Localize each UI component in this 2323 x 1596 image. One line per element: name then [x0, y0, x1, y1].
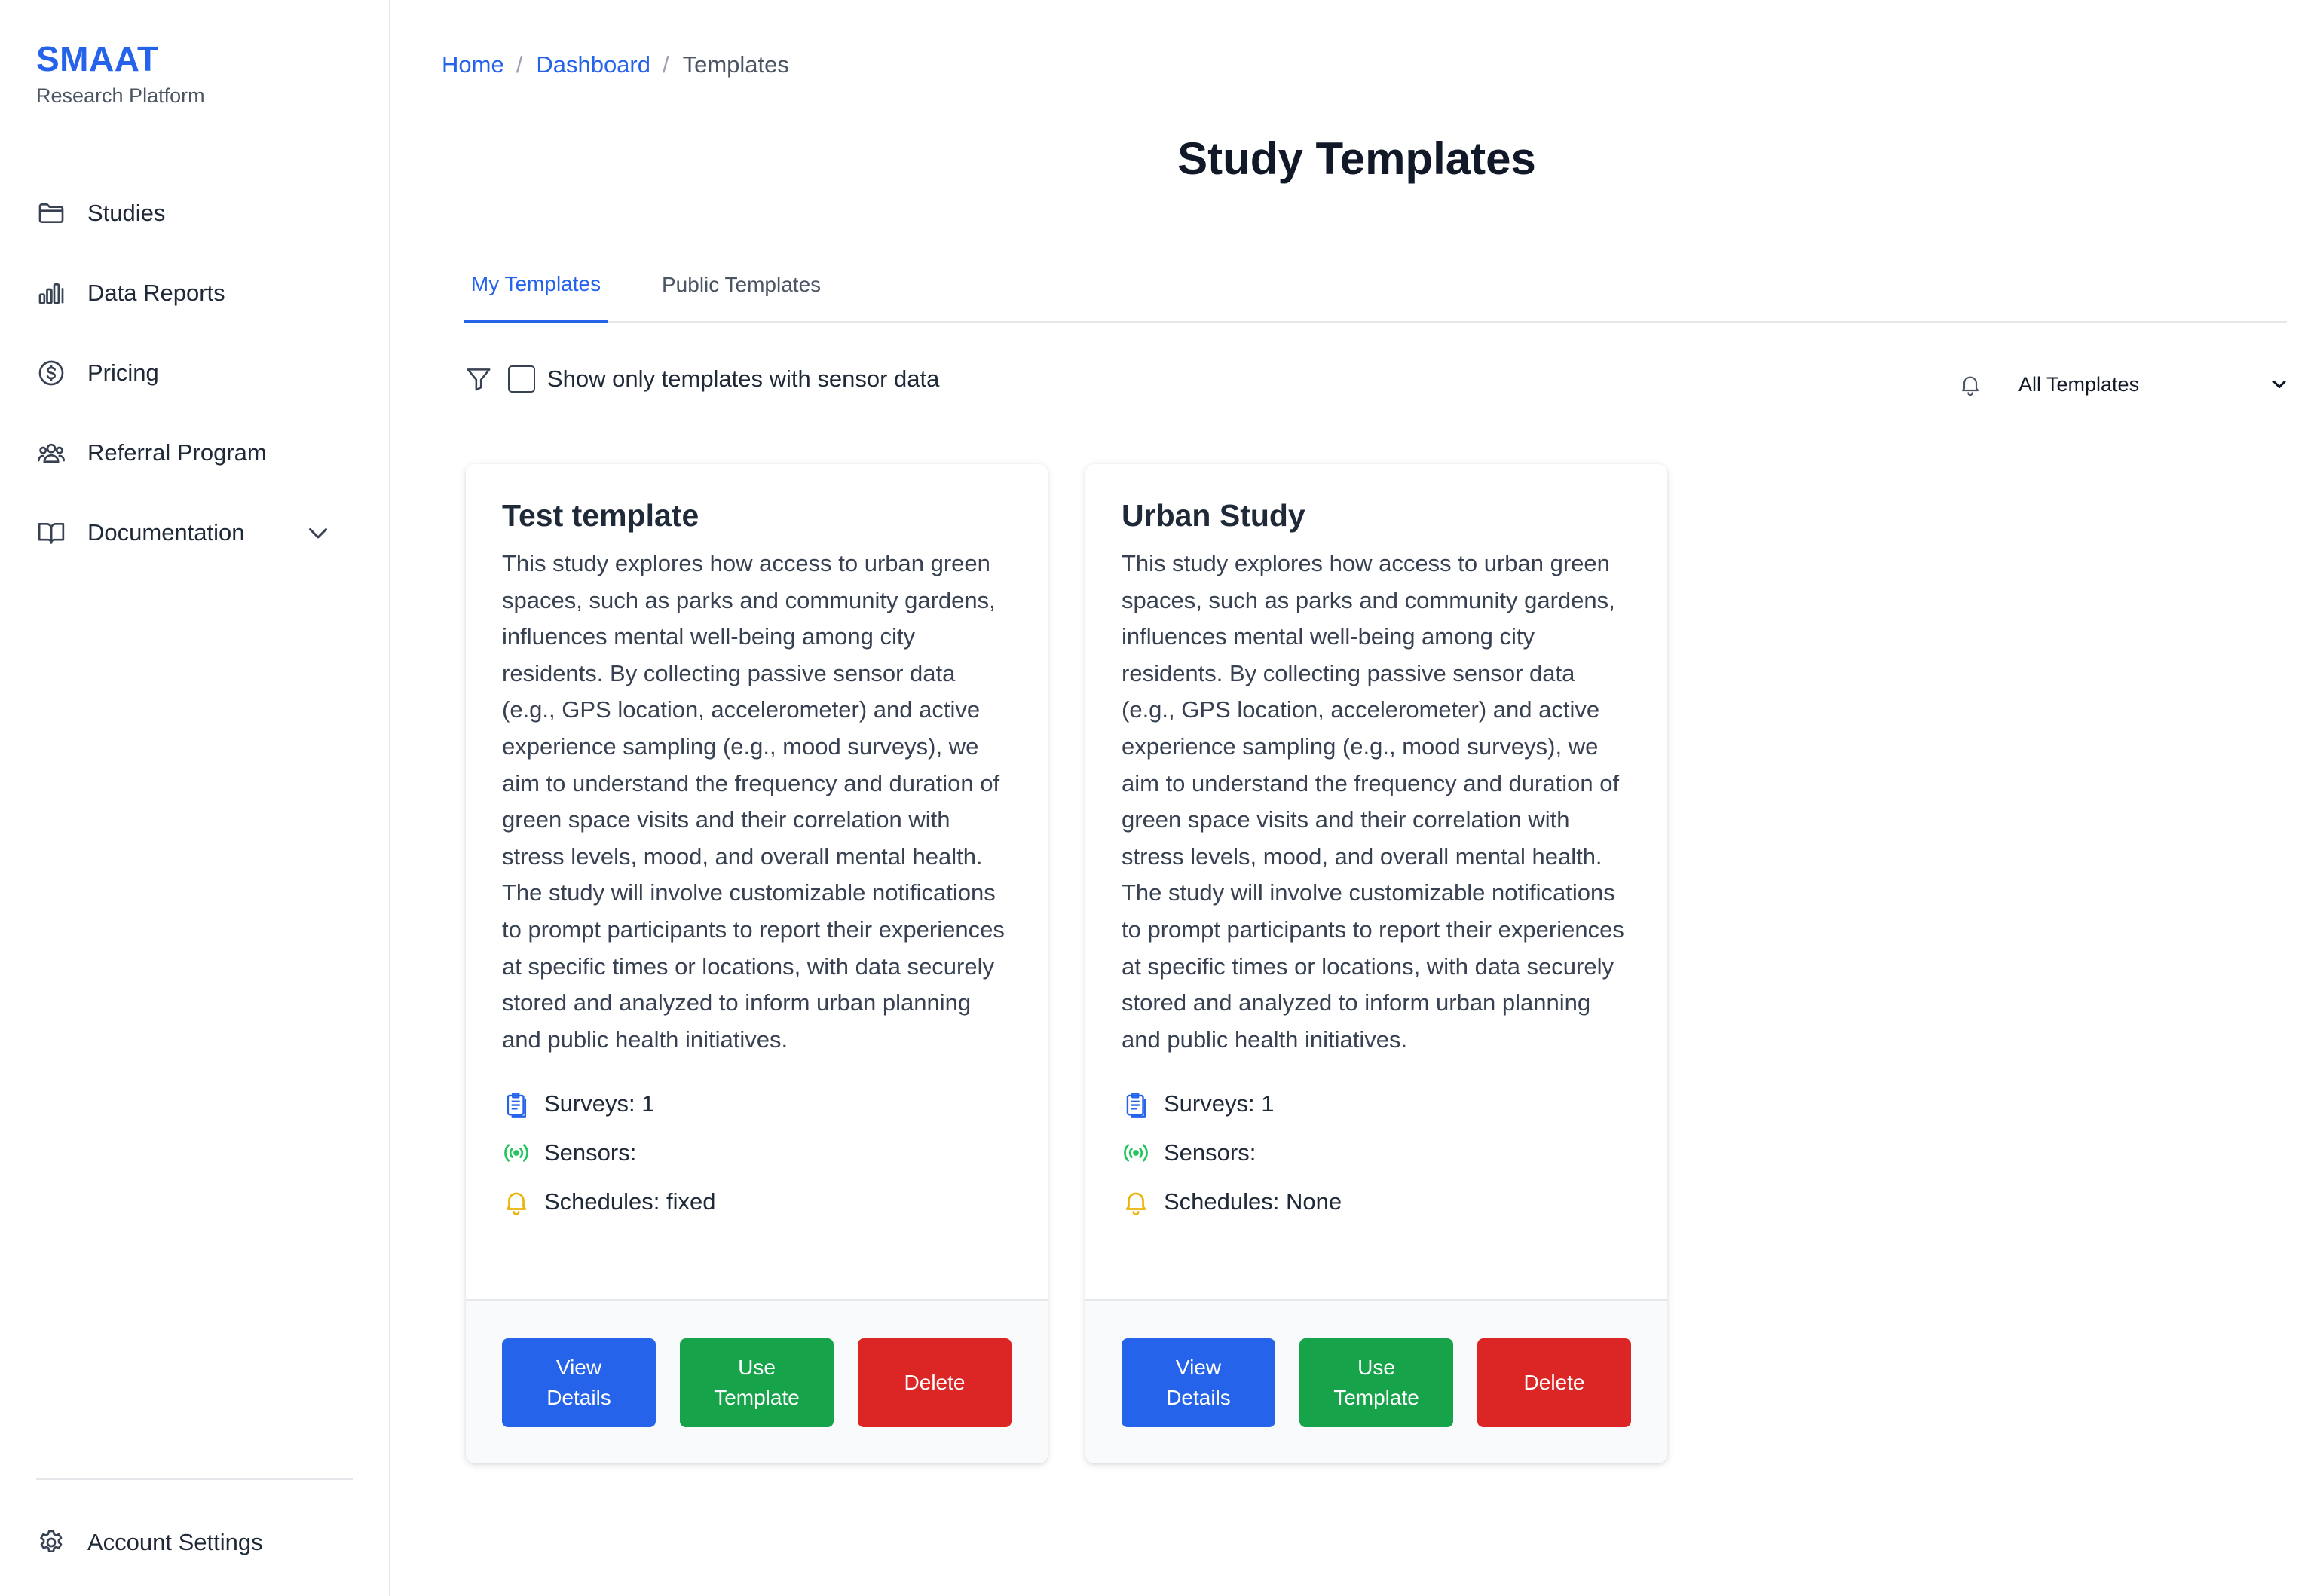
- surveys-count: Surveys: 1: [1164, 1090, 1275, 1117]
- card-body: Test template This study explores how ac…: [502, 494, 1015, 1226]
- brand-name[interactable]: SMAAT: [36, 38, 205, 80]
- surveys-row: Surveys: 1: [1122, 1079, 1634, 1128]
- card-title: Test template: [502, 498, 699, 533]
- signal-broadcast-icon: [504, 1144, 528, 1162]
- signal-broadcast-icon: [1124, 1144, 1148, 1162]
- clipboard-icon: [1126, 1093, 1146, 1118]
- view-details-button[interactable]: View Details: [502, 1338, 656, 1427]
- sidebar-item-label: Pricing: [87, 359, 159, 386]
- schedules-row: Schedules: None: [1122, 1177, 1634, 1226]
- select-value: All Templates: [2018, 372, 2140, 396]
- sidebar-item-pricing[interactable]: Pricing: [36, 333, 353, 413]
- account-settings-label: Account Settings: [87, 1529, 263, 1555]
- main-content: Home / Dashboard / Templates Study Templ…: [390, 0, 2323, 1596]
- brand-subtitle: Research Platform: [36, 84, 205, 107]
- schedules-label: Schedules: None: [1164, 1188, 1342, 1215]
- sidebar-nav: Studies Data Reports Pricing Referral Pr…: [36, 173, 353, 573]
- tab-my-templates[interactable]: My Templates: [464, 249, 608, 323]
- dollar-circle-icon: [38, 360, 64, 386]
- bell-icon: [506, 1192, 527, 1215]
- breadcrumb-current: Templates: [682, 51, 789, 78]
- chevron-down-icon: [2272, 380, 2286, 389]
- surveys-row: Surveys: 1: [502, 1079, 1015, 1128]
- schedules-label: Schedules: fixed: [544, 1188, 716, 1215]
- sidebar-item-studies[interactable]: Studies: [36, 173, 353, 253]
- tab-public-templates[interactable]: Public Templates: [662, 249, 821, 321]
- brand: SMAAT Research Platform: [36, 38, 205, 108]
- card-meta: Surveys: 1 Sensors: Schedules: fixed: [502, 1079, 1015, 1226]
- delete-button[interactable]: Delete: [1477, 1338, 1631, 1427]
- breadcrumb-separator: /: [662, 51, 669, 78]
- sensors-row: Sensors:: [1122, 1128, 1634, 1177]
- use-template-button[interactable]: Use Template: [680, 1338, 834, 1427]
- template-card: Test template This study explores how ac…: [466, 464, 1048, 1463]
- template-tabs: My Templates Public Templates: [464, 249, 2287, 323]
- filter-icon: [467, 368, 491, 391]
- sidebar-item-documentation[interactable]: Documentation: [36, 493, 353, 573]
- surveys-count: Surveys: 1: [544, 1090, 655, 1117]
- sidebar-item-account-settings[interactable]: Account Settings: [36, 1503, 263, 1582]
- page-title: Study Templates: [1177, 133, 1536, 184]
- breadcrumb-home-link[interactable]: Home: [442, 51, 504, 78]
- book-icon: [38, 523, 65, 544]
- filter-row: Show only templates with sensor data: [464, 365, 939, 393]
- chevron-down-icon[interactable]: [303, 519, 333, 546]
- card-meta: Surveys: 1 Sensors: Schedules: None: [1122, 1079, 1634, 1226]
- sensor-data-checkbox[interactable]: [508, 365, 535, 393]
- delete-button[interactable]: Delete: [858, 1338, 1012, 1427]
- schedules-row: Schedules: fixed: [502, 1177, 1015, 1226]
- breadcrumb-separator: /: [516, 51, 523, 78]
- sidebar-item-label: Data Reports: [87, 280, 225, 306]
- sidebar: SMAAT Research Platform Studies Data Rep…: [0, 0, 390, 1596]
- card-description: This study explores how access to urban …: [502, 550, 1005, 1053]
- sidebar-item-referral-program[interactable]: Referral Program: [36, 413, 353, 493]
- sidebar-item-label: Studies: [87, 200, 166, 226]
- folder-icon: [38, 203, 64, 223]
- clipboard-icon: [507, 1093, 527, 1118]
- template-filter-select[interactable]: All Templates: [2018, 373, 2290, 396]
- card-body: Urban Study This study explores how acce…: [1122, 494, 1634, 1226]
- template-card: Urban Study This study explores how acce…: [1085, 464, 1667, 1463]
- template-filter-select-group: All Templates: [1958, 366, 2290, 402]
- users-icon: [38, 443, 65, 463]
- gear-icon: [40, 1530, 63, 1552]
- bar-chart-icon: [38, 283, 64, 304]
- sensors-label: Sensors:: [1164, 1139, 1256, 1166]
- use-template-button[interactable]: Use Template: [1299, 1338, 1453, 1427]
- card-description: This study explores how access to urban …: [1122, 550, 1624, 1053]
- bell-icon: [1125, 1192, 1146, 1215]
- sidebar-divider: [36, 1478, 353, 1480]
- sidebar-item-label: Documentation: [87, 519, 245, 546]
- sensors-row: Sensors:: [502, 1128, 1015, 1177]
- card-title: Urban Study: [1122, 498, 1305, 533]
- sidebar-item-data-reports[interactable]: Data Reports: [36, 253, 353, 333]
- card-footer: View Details Use Template Delete: [1085, 1299, 1667, 1463]
- bell-icon: [1961, 376, 1979, 396]
- card-footer: View Details Use Template Delete: [466, 1299, 1048, 1463]
- sensors-label: Sensors:: [544, 1139, 637, 1166]
- view-details-button[interactable]: View Details: [1122, 1338, 1275, 1427]
- breadcrumb-dashboard-link[interactable]: Dashboard: [536, 51, 650, 78]
- sidebar-item-label: Referral Program: [87, 439, 267, 466]
- sensor-checkbox-label: Show only templates with sensor data: [547, 365, 940, 392]
- breadcrumb: Home / Dashboard / Templates: [442, 51, 789, 78]
